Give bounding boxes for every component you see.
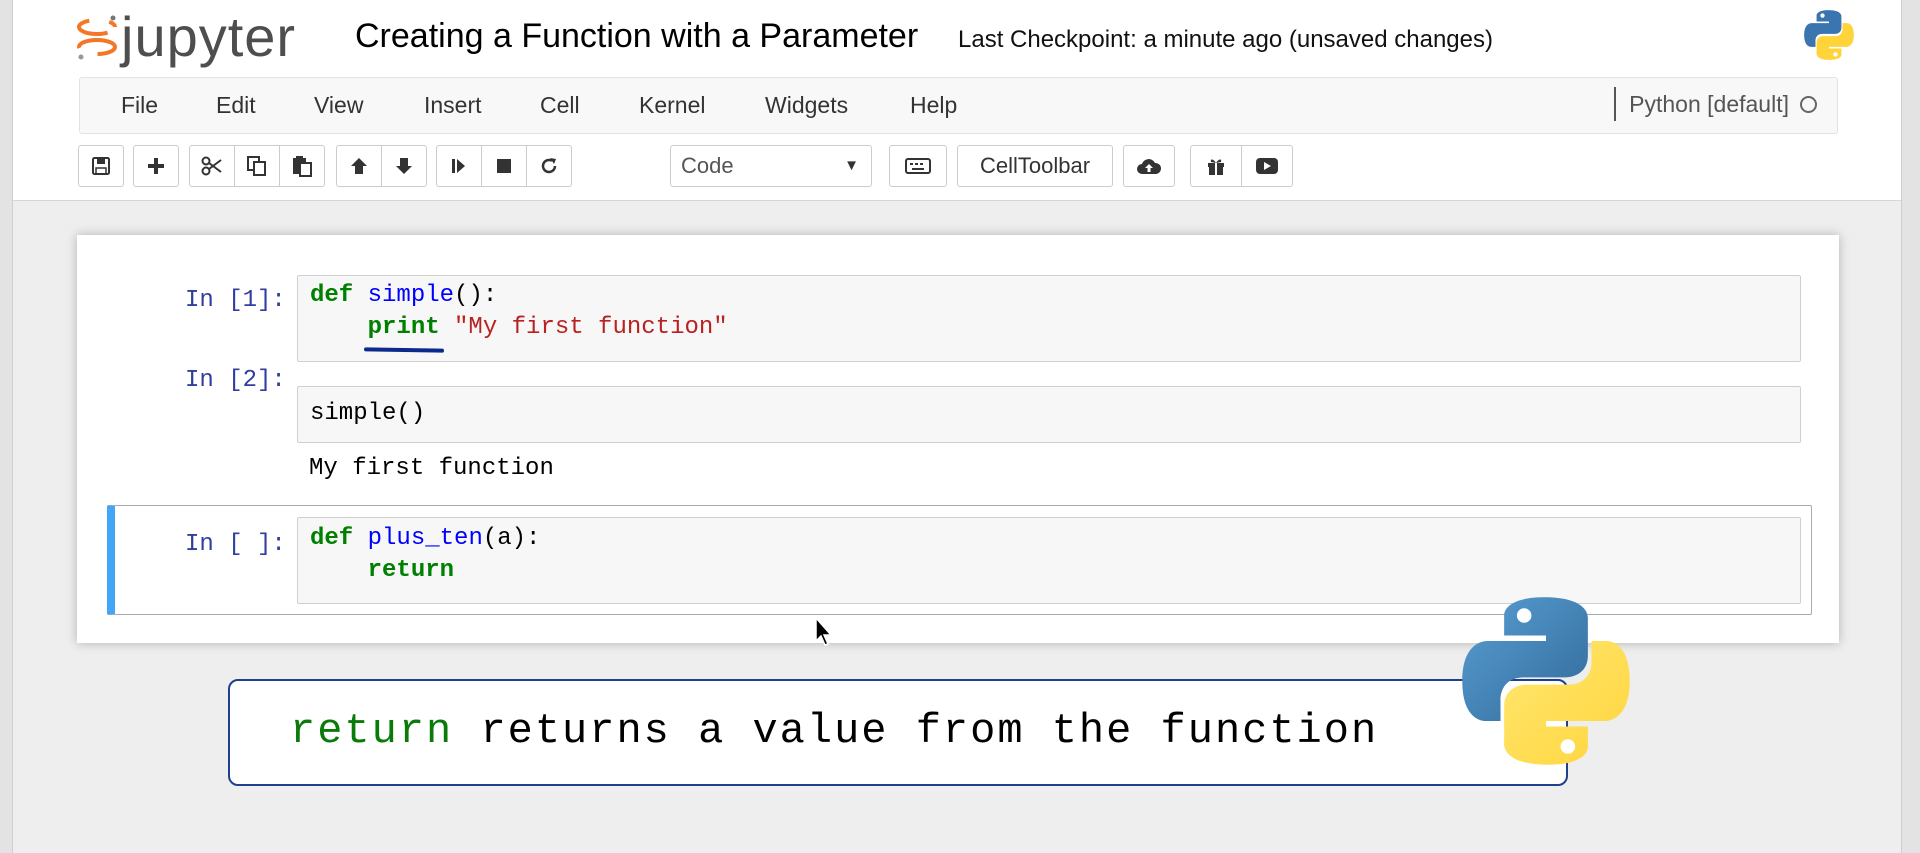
celltoolbar-label: CellToolbar — [979, 153, 1091, 178]
menu-edit[interactable]: Edit — [216, 92, 256, 119]
celltoolbar-button[interactable]: CellToolbar — [957, 145, 1113, 187]
code-line: def simple(): — [310, 280, 497, 312]
kernel-divider — [1614, 87, 1616, 121]
code-function-name: plus_ten — [367, 525, 483, 552]
code-keyword: def — [310, 282, 354, 309]
cell-type-select[interactable]: Code ▼ — [670, 145, 872, 187]
stop-icon — [497, 159, 511, 173]
gift-button[interactable] — [1190, 145, 1242, 187]
keyboard-icon — [905, 158, 931, 174]
code-keyword: return — [367, 557, 455, 584]
code-keyword: def — [310, 525, 354, 552]
cell-prompt: In [2]: — [185, 367, 286, 394]
save-button[interactable] — [78, 145, 124, 187]
paste-icon — [293, 156, 312, 177]
arrow-down-icon — [396, 158, 412, 174]
insert-cell-button[interactable] — [133, 145, 179, 187]
menu-view[interactable]: View — [314, 92, 363, 119]
move-down-button[interactable] — [381, 145, 427, 187]
code-line: print "My first function" — [310, 312, 728, 344]
notebook-title[interactable]: Creating a Function with a Parameter — [355, 17, 918, 56]
cut-button[interactable] — [189, 145, 235, 187]
upload-button[interactable] — [1123, 145, 1175, 187]
notebook-header: jupyter Creating a Function with a Param… — [13, 0, 1901, 201]
python-logo-icon — [1802, 8, 1856, 67]
code-call: simple() — [310, 400, 426, 427]
code-punctuation: (): — [454, 282, 498, 309]
code-punctuation: (a): — [482, 525, 541, 552]
code-keyword: print — [367, 314, 440, 341]
window-frame-right — [1901, 0, 1920, 853]
mouse-pointer-icon — [815, 616, 835, 652]
caption-keyword: return — [290, 707, 454, 755]
code-function-name: simple — [367, 282, 455, 309]
interrupt-button[interactable] — [481, 145, 527, 187]
cell-output: My first function — [309, 455, 554, 482]
scissors-icon — [201, 156, 222, 176]
caption-text: return returns a value from the function — [290, 707, 1378, 755]
cell-type-value: Code — [681, 153, 734, 178]
code-line: return — [310, 555, 454, 587]
menu-kernel[interactable]: Kernel — [639, 92, 705, 119]
menu-file[interactable]: File — [121, 92, 158, 119]
cell-input-area[interactable] — [297, 386, 1801, 443]
refresh-icon — [541, 158, 557, 174]
menu-bar: File Edit View Insert Cell Kernel Widget… — [79, 77, 1838, 134]
present-button[interactable] — [1241, 145, 1293, 187]
gift-icon — [1208, 159, 1224, 175]
jupyter-logo[interactable]: jupyter — [77, 2, 296, 72]
window-frame-left — [0, 0, 13, 853]
code-line: def plus_ten(a): — [310, 523, 540, 555]
copy-icon — [247, 156, 266, 176]
cloud-upload-icon — [1137, 159, 1162, 174]
save-icon — [92, 157, 110, 175]
command-palette-button[interactable] — [889, 145, 947, 187]
step-forward-icon — [452, 159, 465, 173]
paste-button[interactable] — [279, 145, 325, 187]
caption-description: returns a value from the function — [453, 707, 1379, 755]
play-circle-icon — [1256, 158, 1278, 174]
menu-cell[interactable]: Cell — [540, 92, 580, 119]
menu-help[interactable]: Help — [910, 92, 957, 119]
arrow-up-icon — [351, 158, 367, 174]
kernel-name[interactable]: Python [default] — [1629, 91, 1789, 118]
plus-icon — [148, 158, 164, 174]
cell-prompt: In [ ]: — [185, 531, 286, 558]
restart-kernel-button[interactable] — [526, 145, 572, 187]
move-up-button[interactable] — [336, 145, 382, 187]
code-line: simple() — [310, 398, 425, 430]
code-string: "My first function" — [454, 314, 728, 341]
notebook-container: In [1]: def simple(): print "My first fu… — [77, 235, 1839, 643]
menu-widgets[interactable]: Widgets — [765, 92, 848, 119]
jupyter-logo-icon — [77, 15, 117, 60]
menu-insert[interactable]: Insert — [424, 92, 482, 119]
copy-button[interactable] — [234, 145, 280, 187]
jupyter-logo-text: jupyter — [121, 5, 297, 68]
chevron-down-icon: ▼ — [844, 157, 859, 174]
checkpoint-status: Last Checkpoint: a minute ago (unsaved c… — [958, 26, 1493, 53]
cell-prompt: In [1]: — [185, 287, 286, 314]
kernel-idle-indicator — [1800, 96, 1817, 113]
python-logo-icon — [1455, 590, 1637, 777]
lesson-caption: return returns a value from the function — [228, 679, 1568, 786]
run-cell-button[interactable] — [436, 145, 482, 187]
